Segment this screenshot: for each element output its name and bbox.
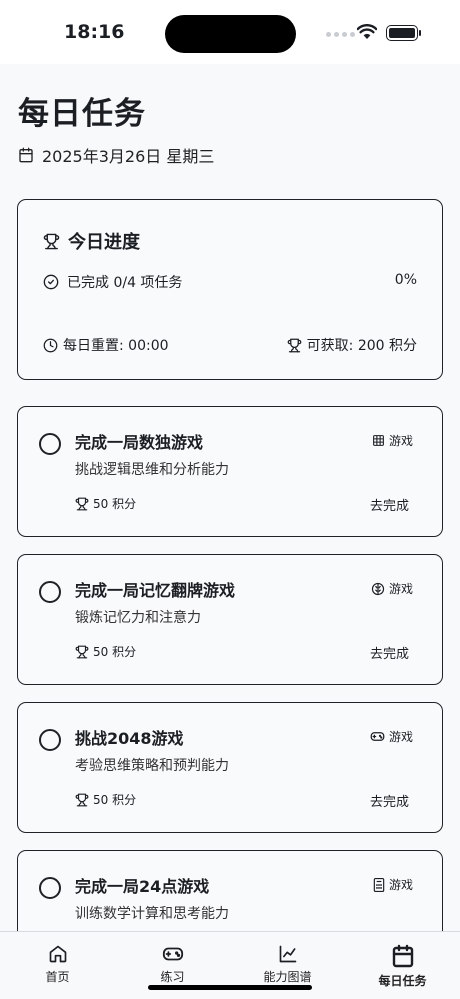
available-row: 可获取: 200 积分 [287, 335, 417, 355]
home-indicator [148, 985, 312, 990]
gamepad-icon [370, 730, 385, 743]
home-icon [48, 944, 68, 964]
page-title: 每日任务 [18, 96, 146, 132]
task-tag: 游戏 [372, 432, 413, 449]
date-text: 2025年3月26日 星期三 [42, 147, 215, 166]
progress-title-row: 今日进度 [43, 228, 140, 254]
task-tag-label: 游戏 [388, 582, 413, 596]
task-points: 50 积分 [75, 643, 136, 660]
task-tag-label: 游戏 [388, 878, 413, 892]
tab-daily-tasks[interactable]: 每日任务 [345, 932, 460, 999]
dynamic-island [165, 15, 296, 53]
reset-row: 每日重置: 00:00 [43, 335, 169, 355]
date-row: 2025年3月26日 星期三 [18, 143, 214, 167]
task-points-label: 50 积分 [93, 497, 137, 511]
check-circle-icon [43, 274, 59, 290]
progress-title: 今日进度 [68, 232, 140, 253]
reset-label: 每日重置: 00:00 [63, 338, 169, 354]
task-title: 完成一局数独游戏 [75, 433, 204, 452]
task-checkbox[interactable] [39, 729, 61, 751]
signal-icon [326, 32, 355, 37]
task-tag-label: 游戏 [388, 730, 413, 744]
task-tag: 游戏 [371, 580, 413, 597]
available-label: 可获取: 200 积分 [306, 338, 417, 354]
trophy-icon [75, 793, 89, 807]
task-points: 50 积分 [75, 495, 136, 512]
task-points-label: 50 积分 [93, 793, 137, 807]
task-tag: 游戏 [370, 728, 413, 745]
task-description: 挑战逻辑思维和分析能力 [75, 462, 229, 478]
task-card-2048[interactable]: 挑战2048游戏 考验思维策略和预判能力 游戏 50 积分 去完成 [17, 702, 443, 833]
calendar-icon [391, 944, 415, 968]
calendar-icon [18, 147, 34, 163]
go-complete-button[interactable]: 去完成 [370, 495, 409, 514]
tab-label: 练习 [160, 970, 185, 984]
task-description: 考验思维策略和预判能力 [75, 758, 229, 774]
task-description: 训练数学计算和思考能力 [75, 906, 229, 922]
status-time: 18:16 [64, 21, 125, 43]
trophy-icon [75, 645, 89, 659]
tab-label: 首页 [45, 970, 70, 984]
completed-row: 已完成 0/4 项任务 [43, 272, 182, 292]
clock-icon [43, 338, 58, 353]
progress-percent: 0% [394, 272, 417, 288]
task-description: 锻炼记忆力和注意力 [75, 610, 201, 626]
trophy-icon [75, 497, 89, 511]
task-points-label: 50 积分 [93, 645, 137, 659]
chart-icon [278, 944, 298, 964]
tab-home[interactable]: 首页 [0, 932, 115, 999]
task-checkbox[interactable] [39, 877, 61, 899]
task-tag: 游戏 [373, 876, 413, 893]
task-card-memory[interactable]: 完成一局记忆翻牌游戏 锻炼记忆力和注意力 游戏 50 积分 去完成 [17, 554, 443, 685]
task-checkbox[interactable] [39, 581, 61, 603]
brain-icon [371, 582, 385, 596]
status-bar: 18:16 [0, 0, 460, 64]
go-complete-button[interactable]: 去完成 [370, 791, 409, 810]
task-title: 完成一局记忆翻牌游戏 [75, 581, 236, 600]
gamepad-icon [162, 944, 184, 964]
task-tag-label: 游戏 [388, 434, 413, 448]
trophy-icon [287, 338, 302, 353]
tab-label: 每日任务 [378, 974, 427, 988]
grid-icon [372, 434, 385, 447]
task-title: 完成一局24点游戏 [75, 877, 210, 896]
task-checkbox[interactable] [39, 433, 61, 455]
completed-label: 已完成 0/4 项任务 [67, 275, 183, 291]
go-complete-button[interactable]: 去完成 [370, 643, 409, 662]
calculator-icon [373, 877, 385, 892]
task-card-sudoku[interactable]: 完成一局数独游戏 挑战逻辑思维和分析能力 游戏 50 积分 去完成 [17, 406, 443, 537]
progress-card: 今日进度 已完成 0/4 项任务 0% 每日重置: 00:00 可获取: 200… [17, 199, 443, 380]
tab-label: 能力图谱 [263, 970, 312, 984]
trophy-icon [43, 233, 60, 250]
battery-icon [386, 25, 421, 41]
task-points: 50 积分 [75, 791, 136, 808]
wifi-icon [357, 24, 377, 40]
task-title: 挑战2048游戏 [75, 729, 184, 748]
